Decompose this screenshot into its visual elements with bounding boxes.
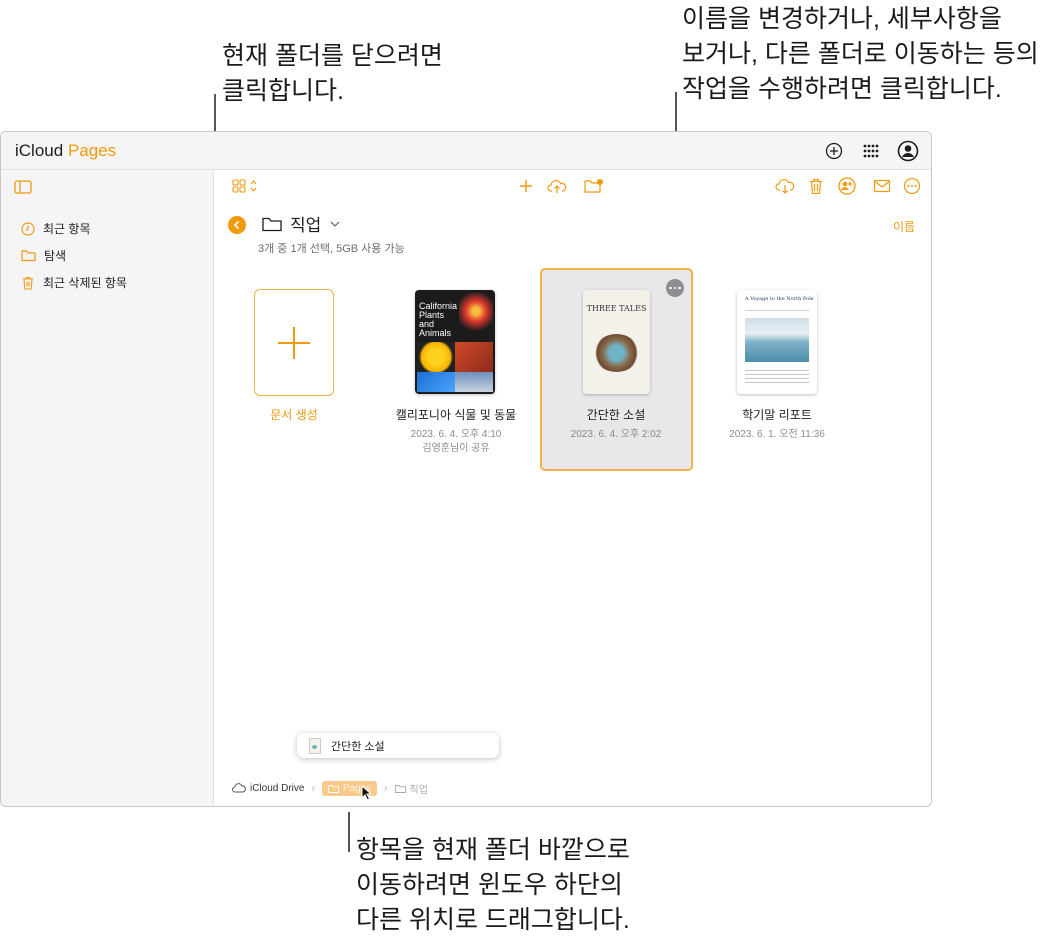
folder-icon [327,784,339,793]
mouse-pointer-icon [361,784,373,806]
sidebar-item-recent[interactable]: 최근 항목 [21,220,91,237]
plus-icon [278,326,310,359]
document-date: 2023. 6. 4. 오후 4:10 [410,429,502,440]
top-bar: iCloud Pages [1,132,931,170]
sidebar: 최근 항목 탐색 최근 삭제된 항목 [1,170,214,806]
trash-icon [23,276,33,290]
divider [745,310,809,311]
document-shared-by: 김영훈님이 공유 [422,443,490,454]
selection-info: 3개 중 1개 선택, 5GB 사용 가능 [258,243,405,255]
view-grid-icon[interactable] [230,176,262,196]
nest-image [593,334,640,372]
drag-preview: 간단한 소설 [297,733,499,758]
folder-icon [21,250,36,262]
download-icon[interactable] [775,176,795,196]
callout-close-folder: 현재 폴더를 닫으려면 클릭합니다. [222,39,443,109]
folder-title[interactable]: 직업 [262,211,341,236]
sidebar-item-label: 탐색 [44,249,67,263]
add-icon[interactable] [516,176,536,196]
callout-line: 현재 폴더를 닫으려면 [222,42,443,70]
account-icon[interactable] [897,140,919,162]
bird-image [417,372,455,392]
delete-icon[interactable] [806,176,826,196]
ellipsis-icon [669,286,681,290]
close-folder-button[interactable] [228,216,246,234]
document-mini-thumbnail [309,737,321,754]
mail-icon[interactable] [872,176,892,196]
document-name: 캘리포니아 식물 및 동물 [395,408,517,422]
document-name: 학기말 리포트 [742,408,812,422]
document-name: 문서 생성 [270,408,318,422]
breadcrumb-current[interactable]: 직업 [410,781,428,796]
callout-line: 항목을 현재 폴더 바깥으로 [356,836,630,864]
callout-line: 작업을 수행하려면 클릭합니다. [682,75,1002,103]
flower-image [459,292,493,340]
breadcrumb: iCloud Drive › Pages › 직업 [232,778,428,798]
breadcrumb-separator-icon: › [384,782,388,794]
app-grid-icon[interactable] [860,140,882,162]
chevron-left-icon [233,220,240,230]
iceberg-image [745,318,809,362]
sidebar-item-label: 최근 삭제된 항목 [43,276,127,290]
sidebar-item-label: 최근 항목 [43,222,91,236]
callout-line: 다른 위치로 드래그합니다. [356,906,630,934]
folder-icon [262,217,282,231]
sort-button[interactable]: 이름 [893,218,915,235]
document-thumbnail[interactable]: A Voyage to the North Pole [737,290,817,394]
callout-line: 클릭합니다. [222,77,344,105]
document-date: 2023. 6. 4. 오후 2:02 [570,429,662,440]
brand-logo[interactable]: iCloud Pages [15,141,116,161]
thumbnail-title: THREE TALES [586,304,647,313]
breadcrumb-root[interactable]: iCloud Drive [250,783,304,794]
sidebar-toggle-icon[interactable] [14,180,32,199]
new-folder-icon[interactable] [584,176,604,196]
callout-drag-move: 항목을 현재 폴더 바깥으로 이동하려면 윈도우 하단의 다른 위치로 드래그합… [356,833,630,938]
chevron-down-icon [330,221,340,227]
plus-circle-icon[interactable] [823,140,845,162]
callout-line: 보거나, 다른 폴더로 이동하는 등의 [682,40,1039,68]
upload-icon[interactable] [547,176,567,196]
callout-leader [348,812,350,852]
text-lines [745,370,809,384]
cloud-icon [232,783,246,793]
breadcrumb-separator-icon: › [311,782,315,794]
thumbnail-title: California Plants and Animals [419,301,458,338]
create-document-tile[interactable] [254,289,334,396]
more-icon[interactable] [902,176,922,196]
document-date: 2023. 6. 1. 오전 11:36 [729,429,825,440]
drag-item-label: 간단한 소설 [331,740,385,753]
yellow-flower-image [417,342,455,372]
sidebar-item-recently-deleted[interactable]: 최근 삭제된 항목 [21,274,127,291]
callout-line: 이름을 변경하거나, 세부사항을 [682,5,1002,33]
document-name: 간단한 소설 [586,408,646,422]
more-options-button[interactable] [666,279,684,297]
callout-line: 이동하려면 윈도우 하단의 [356,871,623,899]
sky-image [455,372,493,392]
app-window: iCloud Pages 최근 항목 탐색 최근 삭제된 항목 [0,131,932,807]
document-thumbnail[interactable]: THREE TALES [583,290,650,394]
page-title: 직업 [290,216,322,235]
document-thumbnail[interactable]: California Plants and Animals [415,290,495,394]
thumbnail-title: A Voyage to the North Pole [745,296,814,302]
share-icon[interactable] [837,176,857,196]
callout-more-actions: 이름을 변경하거나, 세부사항을 보거나, 다른 폴더로 이동하는 등의 작업을… [682,2,1039,107]
sidebar-item-browse[interactable]: 탐색 [21,247,66,264]
folder-icon [394,784,406,793]
clock-icon [21,221,35,236]
lizard-image [455,342,493,372]
